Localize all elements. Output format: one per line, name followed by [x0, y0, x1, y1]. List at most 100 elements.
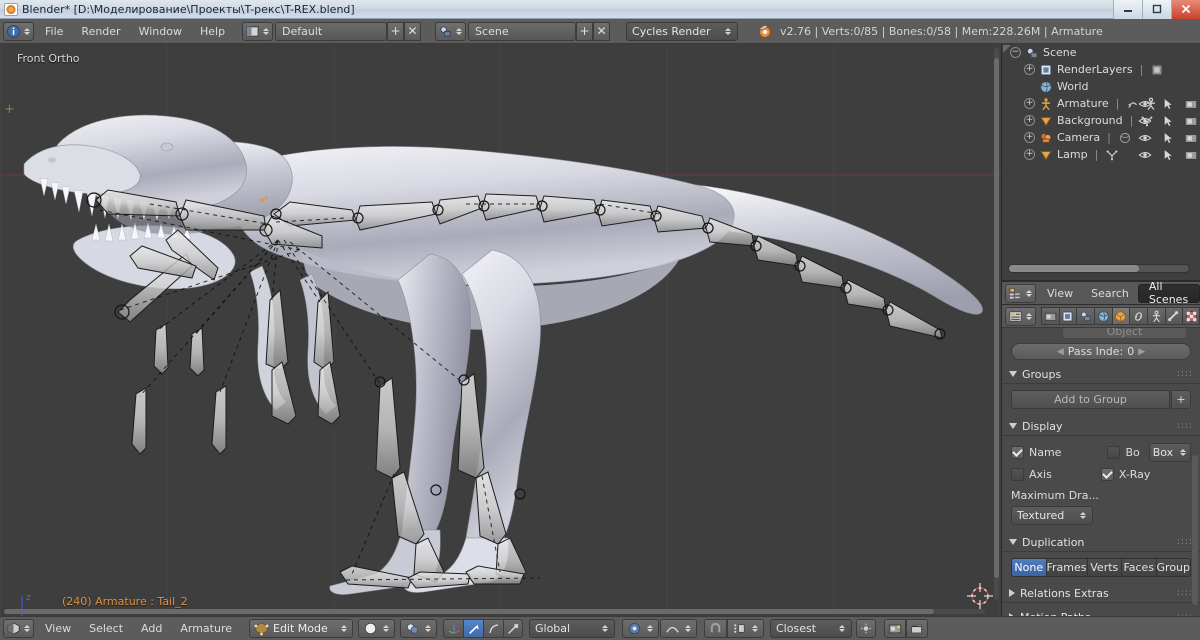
outliner-row-background[interactable]: + Background | [1002, 112, 1200, 129]
snap-target-dropdown[interactable]: Closest [770, 619, 852, 638]
camera-data-icon[interactable] [1118, 131, 1132, 145]
outliner-menu-search[interactable]: Search [1082, 284, 1138, 303]
viewport-menu-add[interactable]: Add [132, 619, 171, 638]
screen-layout-name[interactable]: Default [275, 22, 387, 41]
outliner-editor[interactable]: − Scene + RenderLayers | [1001, 44, 1200, 280]
delete-screen-layout-button[interactable]: ✕ [404, 22, 421, 41]
outliner-row-renderlayers[interactable]: + RenderLayers | [1002, 61, 1200, 78]
viewport-menu-armature[interactable]: Armature [171, 619, 241, 638]
expand-toggle[interactable]: + [1024, 98, 1035, 109]
scene-name-field[interactable]: Scene [468, 22, 576, 41]
render-animation-button[interactable] [906, 619, 928, 638]
panel-header-display[interactable]: Display :::: [1002, 417, 1200, 436]
outliner-row-armature[interactable]: + Armature | [1002, 95, 1200, 112]
viewport-vscrollbar[interactable] [994, 48, 999, 600]
rotate-manipulator-toggle[interactable] [483, 619, 503, 638]
add-screen-layout-button[interactable]: + [387, 22, 404, 41]
render-image-button[interactable] [884, 619, 906, 638]
expand-toggle[interactable]: + [1024, 64, 1035, 75]
cursor-icon[interactable] [1161, 148, 1175, 162]
delete-scene-button[interactable]: ✕ [593, 22, 610, 41]
editor-type-selector-outliner[interactable] [1005, 284, 1036, 303]
editor-type-selector-view3d[interactable] [3, 619, 34, 638]
scale-manipulator-toggle[interactable] [503, 619, 523, 638]
properties-tab-texture[interactable] [1182, 307, 1200, 325]
camera-icon[interactable] [1184, 131, 1198, 145]
duplication-option-faces[interactable]: Faces [1121, 558, 1156, 577]
editor-type-selector-info[interactable] [3, 22, 34, 41]
snap-toggle-button[interactable] [704, 619, 727, 638]
expand-toggle[interactable]: − [1010, 47, 1021, 58]
camera-icon[interactable] [1184, 148, 1198, 162]
eye-icon[interactable] [1138, 97, 1152, 111]
properties-tab-scene[interactable] [1076, 307, 1094, 325]
camera-icon[interactable] [1184, 97, 1198, 111]
menu-file[interactable]: File [36, 22, 72, 41]
translate-manipulator-toggle[interactable] [463, 619, 483, 638]
viewport-hscrollbar[interactable] [4, 609, 985, 614]
snap-element-dropdown[interactable] [727, 619, 764, 638]
panel-header-motion-paths[interactable]: Motion Paths :::: [1002, 608, 1200, 616]
outliner-display-mode-dropdown[interactable]: All Scenes [1138, 284, 1200, 303]
cursor-icon[interactable] [1161, 97, 1175, 111]
viewport-shading-dropdown[interactable] [358, 619, 395, 638]
expand-toggle[interactable]: + [1024, 132, 1035, 143]
outliner-menu-view[interactable]: View [1038, 284, 1082, 303]
outliner-row-scene[interactable]: − Scene [1002, 44, 1200, 61]
panel-header-duplication[interactable]: Duplication :::: [1002, 533, 1200, 552]
outliner-row-camera[interactable]: + Camera | [1002, 129, 1200, 146]
maximize-button[interactable] [1142, 0, 1171, 19]
menu-window[interactable]: Window [130, 22, 191, 41]
properties-vscrollbar[interactable] [1192, 455, 1198, 605]
viewport-add-widget-icon[interactable]: + [4, 102, 15, 117]
screen-layout-browse[interactable] [242, 22, 273, 41]
viewport-menu-select[interactable]: Select [80, 619, 132, 638]
add-to-group-button[interactable]: Add to Group [1011, 390, 1170, 409]
panel-header-relations-extras[interactable]: Relations Extras :::: [1002, 584, 1200, 603]
max-draw-type-dropdown[interactable]: Textured [1011, 506, 1093, 525]
eye-icon[interactable] [1138, 148, 1152, 162]
lamp-data-icon[interactable] [1105, 148, 1119, 162]
snap-align-rotation-toggle[interactable] [856, 619, 876, 638]
3d-viewport[interactable]: z Front Ortho (240) Armature : Tail_2 + [0, 44, 1001, 616]
camera-icon[interactable] [1184, 114, 1198, 128]
pass-index-slider[interactable]: ◀ Pass Inde: 0 ▶ [1011, 343, 1191, 360]
properties-tab-bone[interactable] [1165, 307, 1183, 325]
outliner-hscrollbar[interactable] [1008, 264, 1190, 273]
duplication-option-frames[interactable]: Frames [1046, 558, 1087, 577]
properties-editor[interactable]: Object ◀ Pass Inde: 0 ▶ Groups :::: Add … [1001, 305, 1200, 616]
display-xray-checkbox[interactable] [1101, 468, 1114, 481]
properties-tab-object[interactable] [1112, 307, 1130, 325]
pivot-point-dropdown[interactable] [622, 619, 659, 638]
renderlayer-data-icon[interactable] [1150, 63, 1164, 77]
expand-toggle[interactable]: + [1024, 149, 1035, 160]
chevron-left-icon[interactable]: ◀ [1057, 347, 1064, 357]
close-button[interactable] [1171, 0, 1200, 19]
cursor-icon[interactable] [1161, 114, 1175, 128]
properties-tab-render[interactable] [1041, 307, 1059, 325]
properties-tab-world[interactable] [1094, 307, 1112, 325]
viewport-menu-view[interactable]: View [36, 619, 80, 638]
properties-tab-render-layers[interactable] [1059, 307, 1077, 325]
proportional-editing-falloff-dropdown[interactable] [660, 619, 697, 638]
display-name-checkbox[interactable] [1011, 446, 1024, 459]
outliner-row-lamp[interactable]: + Lamp | [1002, 146, 1200, 163]
minimize-button[interactable] [1113, 0, 1142, 19]
properties-tab-armature[interactable] [1147, 307, 1165, 325]
properties-tab-constraints[interactable] [1129, 307, 1147, 325]
display-axis-checkbox[interactable] [1011, 468, 1024, 481]
scene-browse[interactable] [435, 22, 466, 41]
menu-help[interactable]: Help [191, 22, 234, 41]
render-engine-dropdown[interactable]: Cycles Render [626, 22, 738, 41]
duplication-option-group[interactable]: Group [1156, 558, 1192, 577]
shading-mode-dropdown[interactable] [400, 619, 437, 638]
bounds-type-dropdown[interactable]: Box [1149, 443, 1191, 462]
panel-header-groups[interactable]: Groups :::: [1002, 365, 1200, 384]
eye-icon[interactable] [1138, 114, 1152, 128]
eye-icon[interactable] [1138, 131, 1152, 145]
add-group-plus-button[interactable]: + [1171, 390, 1191, 409]
interaction-mode-dropdown[interactable]: Edit Mode [249, 619, 353, 638]
transform-orientation-dropdown[interactable]: Global [529, 619, 615, 638]
chevron-right-icon[interactable]: ▶ [1138, 347, 1145, 357]
duplication-option-verts[interactable]: Verts [1087, 558, 1122, 577]
